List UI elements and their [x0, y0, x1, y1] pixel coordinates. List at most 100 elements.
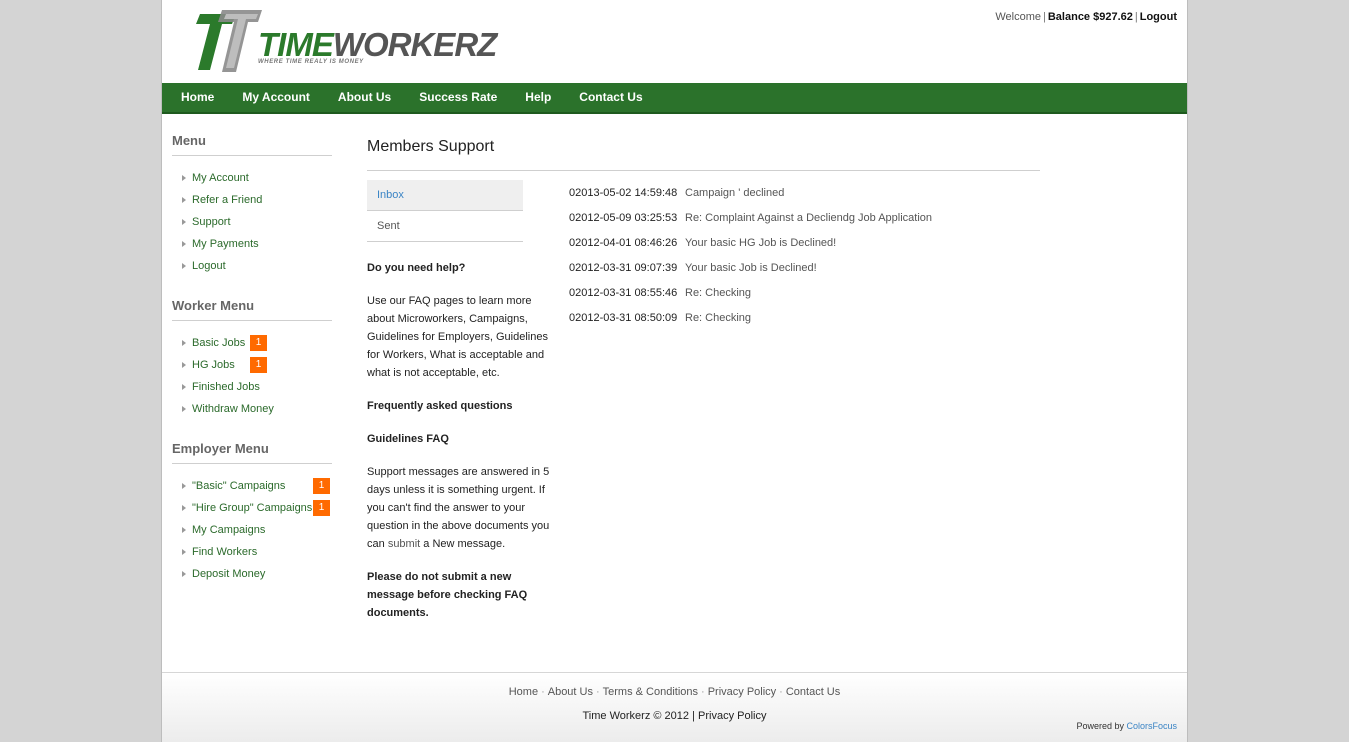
footer-link-contact-us[interactable]: Contact Us — [786, 686, 840, 698]
footer-link-about-us[interactable]: About Us — [548, 686, 593, 698]
logo-word-workerz: WORKERZ — [332, 26, 497, 63]
sidebar-item-label: Support — [192, 216, 231, 228]
logout-link[interactable]: Logout — [1140, 11, 1177, 23]
copyright-privacy-link[interactable]: Privacy Policy — [698, 710, 766, 722]
faq-link[interactable]: Frequently asked questions — [367, 397, 553, 415]
submit-link[interactable]: submit — [388, 538, 420, 550]
sidebar-item-find-workers[interactable]: Find Workers — [172, 542, 332, 564]
footer-link-privacy[interactable]: Privacy Policy — [708, 686, 776, 698]
count-badge: 1 — [313, 478, 330, 494]
logo-tagline: WHERE TIME REALY IS MONEY — [258, 59, 364, 65]
nav-my-account[interactable]: My Account — [242, 83, 310, 112]
powered-by-text: Powered by — [1076, 721, 1124, 731]
nav-home[interactable]: Home — [181, 83, 214, 112]
message-row[interactable]: 02013-05-02 14:59:48 Campaign ' declined — [569, 185, 1039, 210]
message-subject[interactable]: Re: Complaint Against a Decliendg Job Ap… — [685, 212, 932, 224]
arrow-right-icon — [182, 505, 186, 511]
sidebar-item-label: Find Workers — [192, 546, 258, 558]
menu-heading: Menu — [172, 133, 332, 156]
arrow-right-icon — [182, 362, 186, 368]
sidebar-item-hg-jobs[interactable]: HG Jobs 1 — [172, 355, 332, 377]
arrow-right-icon — [182, 197, 186, 203]
message-row[interactable]: 02012-05-09 03:25:53 Re: Complaint Agains… — [569, 210, 1039, 235]
message-subject[interactable]: Your basic Job is Declined! — [685, 262, 817, 274]
arrow-right-icon — [182, 571, 186, 577]
sidebar-item-my-payments[interactable]: My Payments — [172, 234, 332, 256]
sidebar-item-support[interactable]: Support — [172, 212, 332, 234]
footer-link-home[interactable]: Home — [509, 686, 538, 698]
message-date: 02012-05-09 03:25:53 — [569, 212, 678, 224]
arrow-right-icon — [182, 219, 186, 225]
arrow-right-icon — [182, 263, 186, 269]
nav-about-us[interactable]: About Us — [338, 83, 391, 112]
help-panel: Do you need help? Use our FAQ pages to l… — [367, 259, 553, 637]
arrow-right-icon — [182, 406, 186, 412]
sidebar-item-finished-jobs[interactable]: Finished Jobs — [172, 377, 332, 399]
arrow-right-icon — [182, 175, 186, 181]
nav-help[interactable]: Help — [525, 83, 551, 112]
sidebar-item-label: Refer a Friend — [192, 194, 263, 206]
copyright-text: Time Workerz © 2012 — [582, 710, 690, 722]
help-intro: Use our FAQ pages to learn more about Mi… — [367, 295, 548, 379]
sidebar-item-basic-campaigns[interactable]: "Basic" Campaigns 1 — [172, 476, 332, 498]
sidebar-item-label: HG Jobs — [192, 359, 235, 371]
employer-menu-list: "Basic" Campaigns 1 "Hire Group" Campaign… — [172, 476, 332, 586]
count-badge: 1 — [250, 335, 267, 351]
arrow-right-icon — [182, 384, 186, 390]
powered-by-brand[interactable]: ColorsFocus — [1126, 721, 1177, 731]
sidebar-item-deposit-money[interactable]: Deposit Money — [172, 564, 332, 586]
page-container: TIMEWORKERZ WHERE TIME REALY IS MONEY We… — [161, 0, 1188, 742]
sidebar-item-my-account[interactable]: My Account — [172, 168, 332, 190]
main-nav: Home My Account About Us Success Rate He… — [162, 83, 1187, 114]
tab-sent[interactable]: Sent — [367, 211, 523, 242]
sidebar-item-label: My Campaigns — [192, 524, 266, 536]
sidebar-item-withdraw-money[interactable]: Withdraw Money — [172, 399, 332, 421]
sidebar-item-basic-jobs[interactable]: Basic Jobs 1 — [172, 333, 332, 355]
message-subject[interactable]: Your basic HG Job is Declined! — [685, 237, 836, 249]
message-row[interactable]: 02012-03-31 08:55:46 Re: Checking — [569, 285, 1039, 310]
page-title: Members Support — [367, 133, 1040, 171]
message-row[interactable]: 02012-03-31 08:50:09 Re: Checking — [569, 310, 1039, 335]
arrow-right-icon — [182, 340, 186, 346]
logo-word-time: TIME — [258, 26, 334, 63]
worker-menu-heading: Worker Menu — [172, 298, 332, 321]
arrow-right-icon — [182, 241, 186, 247]
guidelines-faq-link[interactable]: Guidelines FAQ — [367, 430, 553, 448]
help-heading: Do you need help? — [367, 262, 466, 274]
sidebar-item-hire-group-campaigns[interactable]: "Hire Group" Campaigns 1 — [172, 498, 332, 520]
sidebar-item-label: Basic Jobs — [192, 337, 246, 349]
tab-inbox[interactable]: Inbox — [367, 180, 523, 211]
count-badge: 1 — [313, 500, 330, 516]
sidebar-item-label: Finished Jobs — [192, 381, 260, 393]
count-badge: 1 — [250, 357, 267, 373]
sidebar-item-logout[interactable]: Logout — [172, 256, 332, 278]
nav-contact-us[interactable]: Contact Us — [579, 83, 642, 112]
sidebar-item-refer-a-friend[interactable]: Refer a Friend — [172, 190, 332, 212]
arrow-right-icon — [182, 483, 186, 489]
worker-menu-list: Basic Jobs 1 HG Jobs 1 Finished Jobs Withd… — [172, 333, 332, 421]
message-list: 02013-05-02 14:59:48 Campaign ' declined … — [569, 185, 1039, 335]
message-date: 02012-03-31 09:07:39 — [569, 262, 678, 274]
footer-link-terms[interactable]: Terms & Conditions — [603, 686, 698, 698]
message-date: 02012-04-01 08:46:26 — [569, 237, 678, 249]
sidebar-item-my-campaigns[interactable]: My Campaigns — [172, 520, 332, 542]
sidebar-item-label: My Account — [192, 172, 249, 184]
message-row[interactable]: 02012-03-31 09:07:39 Your basic Job is De… — [569, 260, 1039, 285]
copyright: Time Workerz © 2012 | Privacy Policy — [582, 710, 767, 722]
message-subject[interactable]: Re: Checking — [685, 312, 751, 324]
sidebar-item-label: My Payments — [192, 238, 259, 250]
header: TIMEWORKERZ WHERE TIME REALY IS MONEY We… — [162, 0, 1187, 83]
logo-tt-icon — [196, 10, 262, 72]
message-subject[interactable]: Re: Checking — [685, 287, 751, 299]
sidebar-item-label: Logout — [192, 260, 226, 272]
user-bar: Welcome | Balance $927.62 | Logout — [995, 11, 1177, 23]
logo[interactable]: TIMEWORKERZ WHERE TIME REALY IS MONEY — [192, 6, 497, 76]
arrow-right-icon — [182, 549, 186, 555]
message-subject[interactable]: Campaign ' declined — [685, 187, 784, 199]
message-date: 02012-03-31 08:55:46 — [569, 287, 678, 299]
message-row[interactable]: 02012-04-01 08:46:26 Your basic HG Job is… — [569, 235, 1039, 260]
nav-success-rate[interactable]: Success Rate — [419, 83, 497, 112]
warning-text: Please do not submit a new message befor… — [367, 571, 528, 619]
main-content: Members Support Inbox Sent Do you need h… — [367, 133, 1040, 619]
arrow-right-icon — [182, 527, 186, 533]
